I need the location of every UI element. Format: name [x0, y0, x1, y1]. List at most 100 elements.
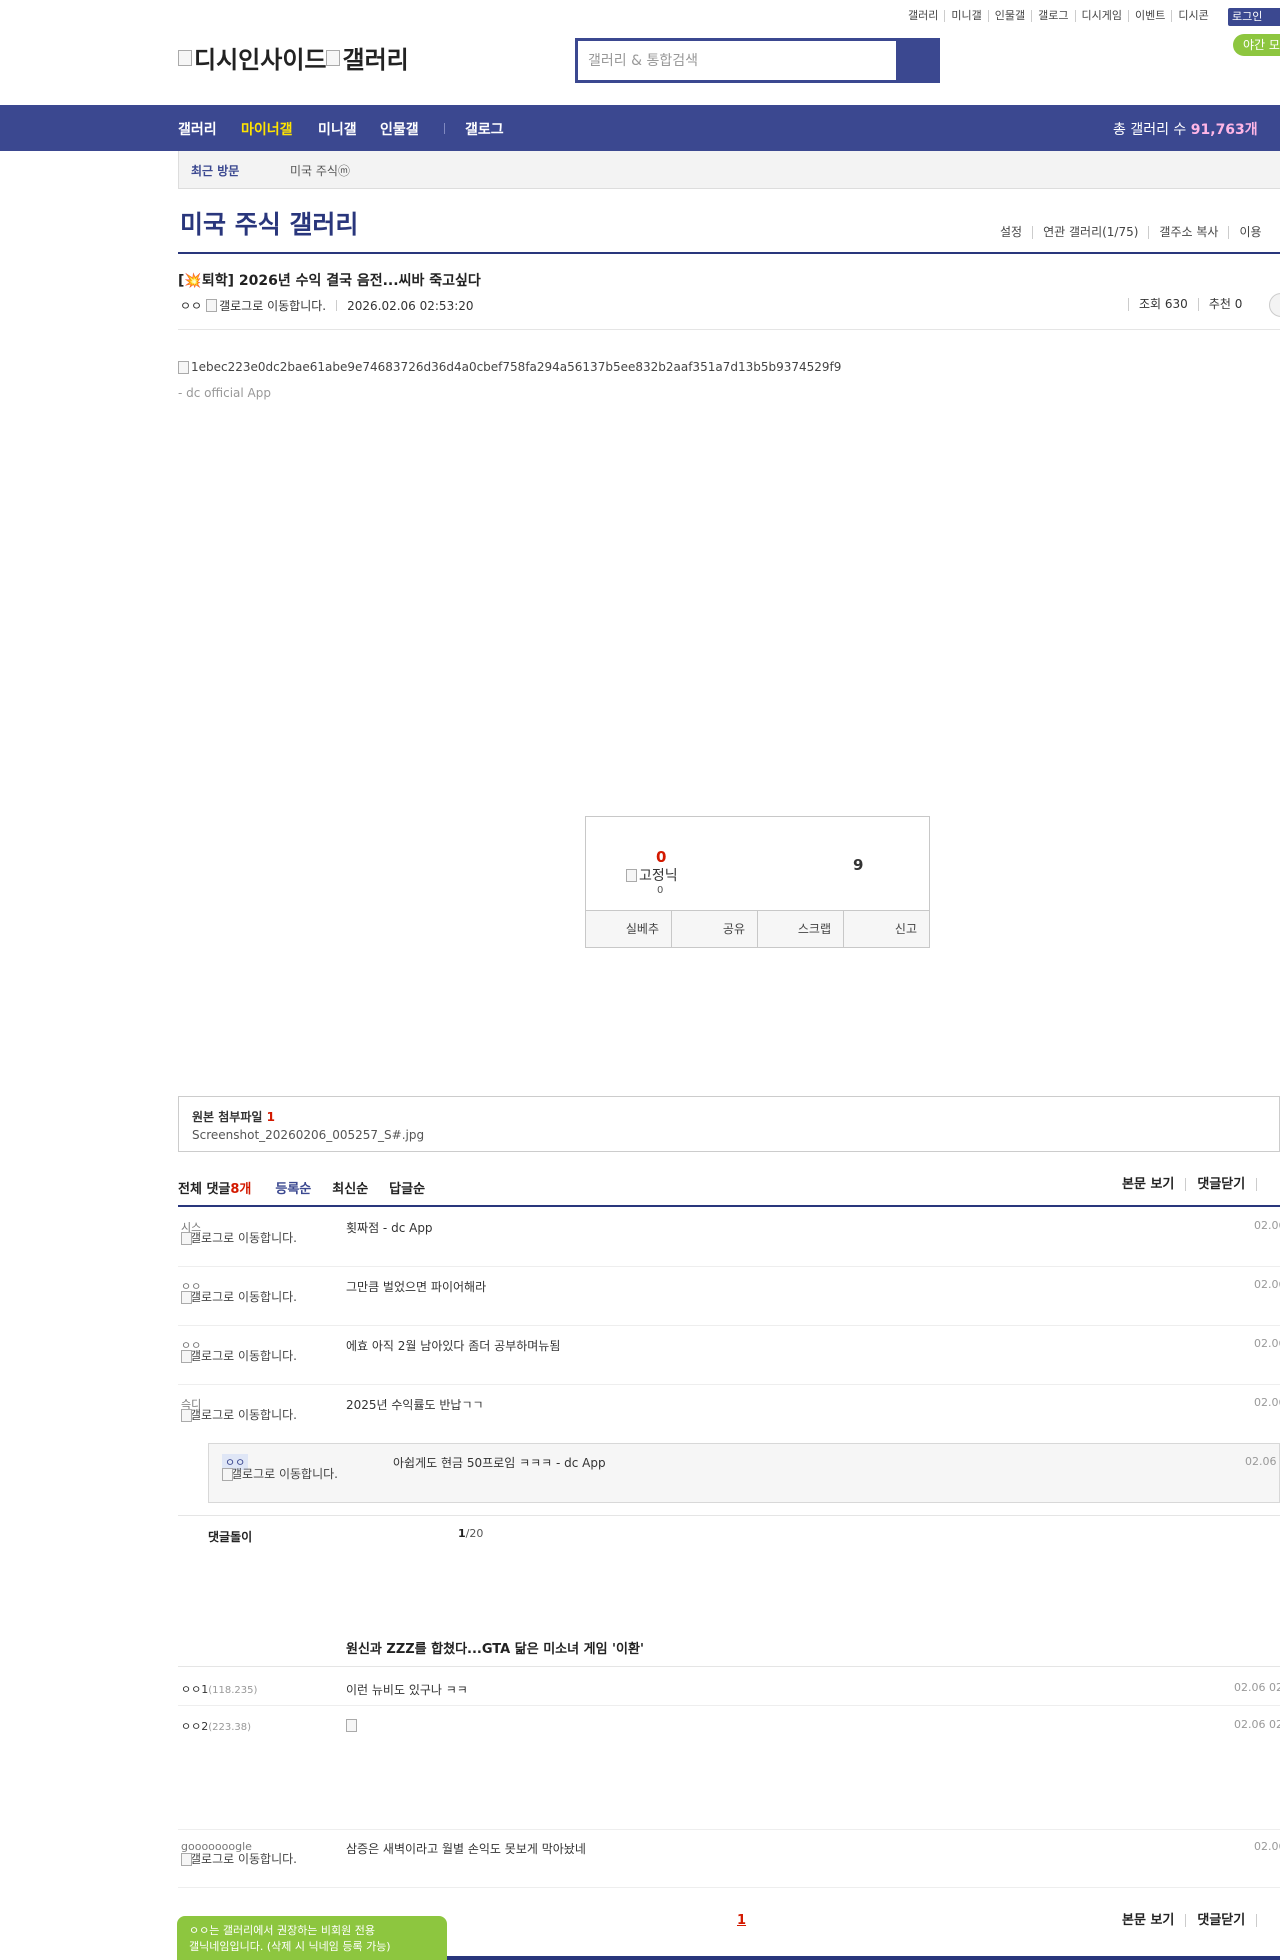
top-link-gallery[interactable]: 갤러리 — [902, 10, 944, 22]
sort-registered[interactable]: 등록순 — [275, 1178, 311, 1197]
app-signature: - dc official App — [178, 386, 271, 400]
attachment-label: 원본 첨부파일 1 — [192, 1108, 275, 1125]
close-comments-button[interactable]: 댓글닫기 — [1185, 1914, 1256, 1927]
nav-gallery[interactable]: 갤러리 — [178, 119, 217, 139]
gallog-alt: 갤로그로 이동합니다. — [190, 1408, 297, 1422]
share-button[interactable]: 공유 — [671, 911, 757, 947]
broken-image-icon — [181, 1232, 192, 1245]
night-mode-button[interactable]: 야간 모 — [1233, 34, 1280, 56]
attachment-label-text: 원본 첨부파일 — [192, 1110, 267, 1124]
upvote-count: 0 — [656, 848, 667, 866]
recent-gallery-link[interactable]: 미국 주식ⓜ — [290, 162, 350, 179]
vote-box: 0 고정닉 0 9 실베추 공유 스크랩 신고 — [585, 816, 930, 948]
comment-item: ㅇㅇ2(223.38) 02.06 02 — [178, 1714, 1280, 1830]
main-nav: 갤러리 마이너갤 미니갤 인물갤 갤로그 총 갤러리 수 91,763개 — [0, 105, 1280, 151]
comment-nick[interactable]: ㅇㅇ1(118.235) — [181, 1681, 257, 1697]
divider — [178, 252, 1280, 254]
nav-mini-gallery[interactable]: 미니갤 — [318, 119, 357, 139]
reply-date: 02.06 0 — [1245, 1455, 1280, 1468]
top-link-game[interactable]: 디시게임 — [1074, 10, 1128, 22]
gallog-link[interactable]: 갤로그로 이동합니다. — [181, 1232, 306, 1245]
nav-minor-gallery[interactable]: 마이너갤 — [241, 119, 293, 139]
dccon-image — [346, 1718, 359, 1732]
gallog-link[interactable]: 갤로그로 이동합니다. — [181, 1853, 306, 1866]
fixed-nick-upvote[interactable]: 고정닉 — [626, 865, 678, 885]
total-label: 총 갤러리 수 — [1113, 122, 1191, 138]
ad-headline[interactable]: 원신과 ZZZ를 합쳤다...GTA 닮은 미소녀 게임 '이환' — [346, 1638, 644, 1657]
post-stats: 조회 630 추천 0 — [1128, 293, 1280, 317]
top-link-dccon[interactable]: 디시콘 — [1171, 10, 1214, 22]
copy-address-link[interactable]: 갤주소 복사 — [1148, 226, 1228, 239]
top-link-person[interactable]: 인물갤 — [987, 10, 1031, 22]
comment-text: 이런 뉴비도 있구나 ㅋㅋ — [346, 1683, 468, 1697]
toast-text: ㅇㅇ는 갤러리에서 권장하는 비회원 전용 갤닉네임입니다. (삭제 시 닉네임… — [189, 1924, 391, 1953]
broken-image-icon — [206, 299, 218, 312]
nav-divider — [444, 123, 445, 134]
scrap-button[interactable]: 스크랩 — [757, 911, 843, 947]
post-date: 2026.02.06 02:53:20 — [347, 298, 474, 313]
comment-bot-pager[interactable]: 1/20 — [458, 1527, 483, 1540]
nav-gallog[interactable]: 갤로그 — [465, 119, 504, 139]
post-image: 1ebec223e0dc2bae61abe9e74683726d36d4a0cb… — [178, 360, 841, 374]
post-author[interactable]: ㅇㅇ — [180, 297, 202, 314]
broken-image-icon — [181, 1291, 192, 1304]
logo-alt-text-2: 갤러리 — [342, 46, 409, 74]
comment-page-1[interactable]: 1 — [737, 1913, 746, 1928]
downvote-count: 9 — [853, 856, 864, 874]
divider — [178, 1666, 1280, 1667]
settings-link[interactable]: 설정 — [990, 226, 1032, 239]
comment-text: 그만큼 벌었으면 파이어해라 — [346, 1280, 487, 1294]
recent-visits-bar: 최근 방문 미국 주식ⓜ — [178, 151, 1280, 189]
best-recommend-button[interactable]: 실베추 — [586, 911, 671, 947]
comment-text: 2025년 수익률도 반납ㄱㄱ — [346, 1398, 484, 1412]
comment-text: 에효 아직 2월 남아있다 좀더 공부하며뉴됨 — [346, 1339, 561, 1353]
bottom-comment-buttons: 본문 보기 댓글닫기 — [1122, 1914, 1258, 1927]
close-comments-button[interactable]: 댓글닫기 — [1185, 1178, 1256, 1191]
gallog-link[interactable]: 갤로그로 이동합니다. — [219, 297, 326, 314]
total-value: 91,763개 — [1190, 122, 1258, 138]
gallog-link[interactable]: 갤로그로 이동합니다. — [181, 1409, 306, 1422]
usage-link[interactable]: 이용 — [1228, 226, 1271, 239]
post-meta: ㅇㅇ 갤로그로 이동합니다. 2026.02.06 02:53:20 — [180, 297, 474, 314]
comment-date: 02.06 02 — [1234, 1681, 1280, 1694]
gallog-alt: 갤로그로 이동합니다. — [231, 1467, 338, 1481]
view-body-button[interactable]: 본문 보기 — [1122, 1914, 1185, 1927]
gallog-link[interactable]: 갤로그로 이동합니다. — [181, 1350, 306, 1363]
nav-person-gallery[interactable]: 인물갤 — [380, 119, 419, 139]
comment-text: 횟짜점 - dc App — [346, 1221, 433, 1235]
pager-total: /20 — [465, 1527, 484, 1540]
comment-date: 02.06 — [1254, 1219, 1280, 1232]
recommend-count: 추천 0 — [1197, 298, 1253, 311]
search-button[interactable] — [896, 41, 937, 80]
attachment-file[interactable]: Screenshot_20260206_005257_S#.jpg — [192, 1128, 424, 1142]
login-button[interactable]: 로그인 — [1228, 8, 1280, 26]
gallery-menu: 설정 연관 갤러리(1/75) 갤주소 복사 이용 — [990, 226, 1272, 239]
gallog-link[interactable]: 갤로그로 이동합니다. — [181, 1291, 306, 1304]
sort-reply[interactable]: 답글순 — [389, 1178, 425, 1197]
broken-image-icon — [178, 360, 189, 374]
comment-nick[interactable]: ㅇㅇ2(223.38) — [181, 1718, 251, 1734]
broken-image-icon — [178, 49, 192, 66]
view-body-button[interactable]: 본문 보기 — [1122, 1178, 1185, 1191]
reply-item: ㅇㅇ 갤로그로 이동합니다. 아쉽게도 현금 50프로임 ㅋㅋㅋ - dc Ap… — [208, 1443, 1280, 1503]
post-title: [💥퇴학] 2026년 수익 결국 음전...씨바 죽고싶다 — [178, 273, 481, 289]
comment-count-circle[interactable] — [1269, 293, 1280, 317]
top-link-minigall[interactable]: 미니갤 — [944, 10, 987, 22]
report-button[interactable]: 신고 — [843, 911, 929, 947]
site-logo[interactable]: 디시인사이드 갤러리 — [178, 40, 409, 75]
attachment-count: 1 — [266, 1110, 275, 1124]
top-link-gallog[interactable]: 갤로그 — [1031, 10, 1074, 22]
gallery-title[interactable]: 미국 주식 갤러리 — [180, 205, 358, 241]
total-gallery-count: 총 갤러리 수 91,763개 — [1113, 119, 1258, 139]
comment-item: gooooooogle 갤로그로 이동합니다. 삼증은 새벽이라고 월별 손익도… — [178, 1836, 1280, 1888]
broken-image-icon — [181, 1853, 192, 1866]
broken-image-icon — [181, 1409, 192, 1422]
gallog-link[interactable]: 갤로그로 이동합니다. — [222, 1468, 347, 1481]
comment-date: 02.06 02 — [1234, 1718, 1280, 1731]
nick-text: ㅇㅇ1 — [181, 1683, 209, 1696]
search-input[interactable] — [578, 41, 896, 80]
sort-latest[interactable]: 최신순 — [332, 1178, 368, 1197]
broken-image-icon — [346, 1719, 357, 1732]
related-gallery-link[interactable]: 연관 갤러리(1/75) — [1032, 226, 1148, 239]
top-link-event[interactable]: 이벤트 — [1127, 10, 1171, 22]
